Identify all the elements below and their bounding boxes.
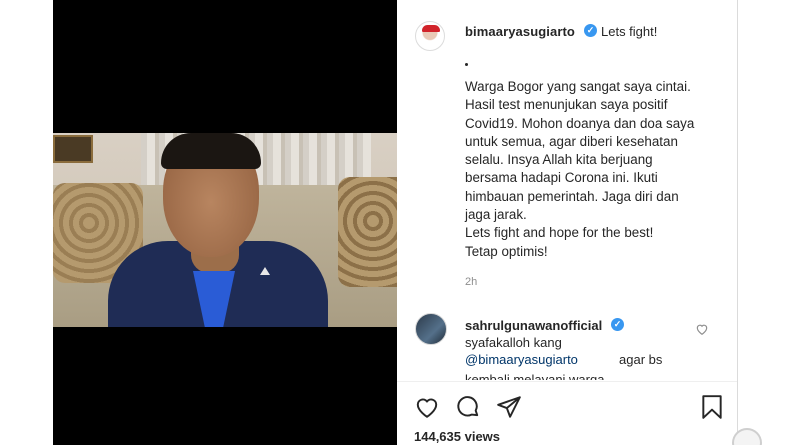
video-frame <box>53 133 397 327</box>
post-actions-bar: 144,635 views <box>397 381 737 445</box>
caption-line: bersama hadapi Corona ini. Ikuti <box>465 170 658 186</box>
caption-bullet <box>465 63 468 66</box>
post-video[interactable] <box>53 0 397 445</box>
comment-like-heart-icon[interactable] <box>695 322 709 336</box>
comment-text-overflow: kembali melayani warga <box>465 369 695 380</box>
view-count[interactable]: 144,635 views <box>414 429 500 444</box>
comment-text: syafakalloh kang <box>465 335 562 350</box>
wall-picture <box>53 135 93 163</box>
author-username[interactable]: bimaaryasugiarto <box>465 24 575 39</box>
caption-line: Covid19. Mohon doanya dan doa saya <box>465 115 695 131</box>
caption-line: untuk semua, agar diberi kesehatan <box>465 133 678 149</box>
person-hair <box>161 133 261 169</box>
post-timestamp[interactable]: 2h <box>465 276 477 288</box>
comment-text: agar bs <box>619 352 663 367</box>
commenter-username[interactable]: sahrulgunawanofficial <box>465 318 602 333</box>
commenter-avatar[interactable] <box>415 313 447 345</box>
caption-headline: Lets fight! <box>601 24 658 39</box>
post-caption: Warga Bogor yang sangat saya cintai. Has… <box>465 78 727 261</box>
caption-line: Hasil test menunjukan saya positif <box>465 97 668 113</box>
caption-line: jaga jarak. <box>465 207 527 223</box>
share-icon[interactable] <box>496 394 522 420</box>
comment-text: kembali melayani warga <box>465 372 605 380</box>
verified-badge-icon: ✓ <box>584 24 597 37</box>
caption-line: Tetap optimis! <box>465 243 548 259</box>
caption-line: Lets fight and hope for the best! <box>465 225 654 241</box>
comment-icon[interactable] <box>455 394 481 420</box>
cushion-right <box>338 177 397 287</box>
heart-icon[interactable] <box>414 394 440 420</box>
comment-mention-link[interactable]: @bimaaryasugiarto <box>465 352 578 367</box>
verified-badge-icon: ✓ <box>611 318 624 331</box>
caption-line: selalu. Insya Allah kita berjuang <box>465 152 653 168</box>
author-avatar[interactable] <box>415 21 445 51</box>
page-background-left <box>0 0 53 445</box>
page-background-right <box>738 0 790 445</box>
caption-line: himbauan pemerintah. Jaga diri dan <box>465 188 679 204</box>
caption-line: Warga Bogor yang sangat saya cintai. <box>465 79 691 94</box>
post-side-panel: bimaaryasugiarto ✓ Lets fight! Warga Bog… <box>397 0 738 445</box>
bookmark-icon[interactable] <box>699 394 725 420</box>
